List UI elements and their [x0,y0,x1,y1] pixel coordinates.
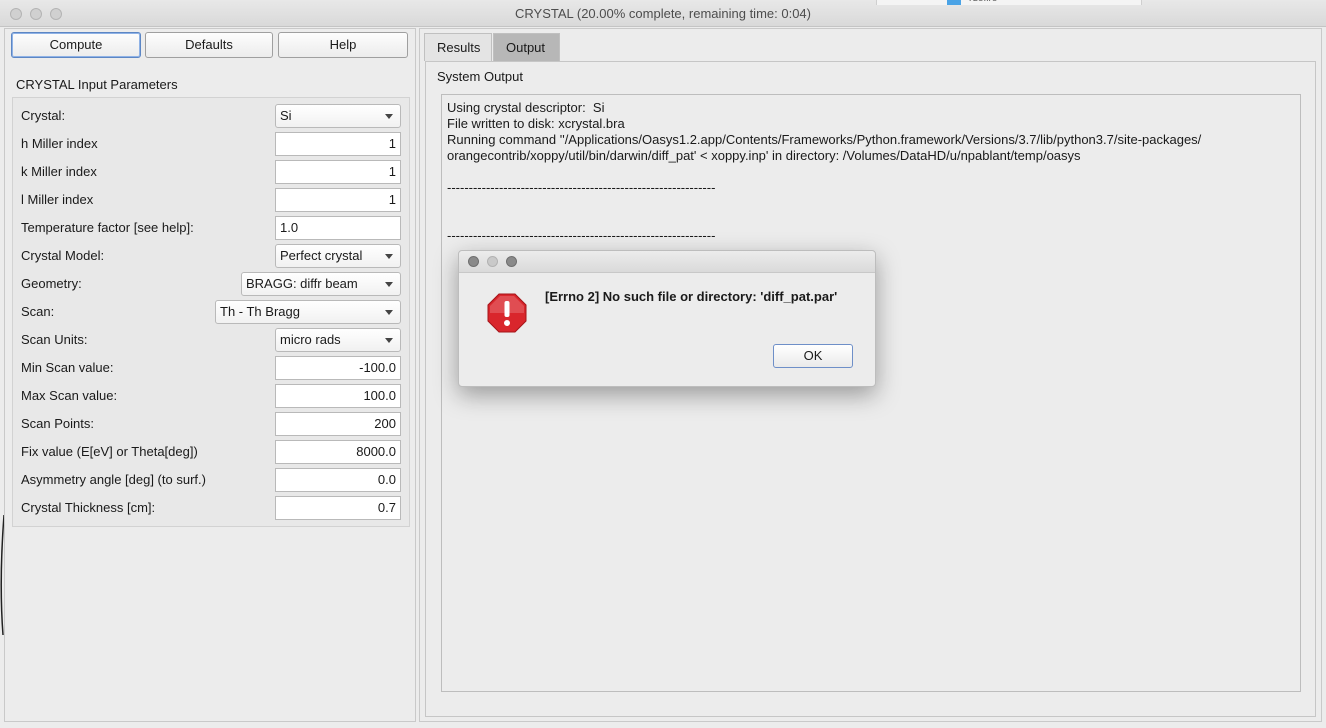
crystal-model-select[interactable]: Perfect crystal [275,244,401,268]
input-parameters-box: Crystal: Si h Miller index 1 k Miller in… [12,97,410,527]
min-scan-input[interactable]: -100.0 [275,356,401,380]
min-scan-row: Min Scan value: -100.0 [13,354,409,382]
crystal-label: Crystal: [21,108,66,123]
temperature-factor-label: Temperature factor [see help]: [21,220,194,235]
dialog-minimize-button [487,256,498,267]
k-miller-input[interactable]: 1 [275,160,401,184]
input-parameters-title: CRYSTAL Input Parameters [16,77,178,92]
help-button[interactable]: Help [278,32,408,58]
scan-units-value: micro rads [280,332,341,347]
h-miller-label: h Miller index [21,136,98,151]
scan-units-row: Scan Units: micro rads [13,326,409,354]
tab-output[interactable]: Output [493,33,560,61]
dialog-close-button[interactable] [468,256,479,267]
crystal-select[interactable]: Si [275,104,401,128]
fix-value-input[interactable]: 8000.0 [275,440,401,464]
max-scan-row: Max Scan value: 100.0 [13,382,409,410]
ok-button[interactable]: OK [773,344,853,368]
fix-value-row: Fix value (E[eV] or Theta[deg]) 8000.0 [13,438,409,466]
scan-row: Scan: Th - Th Bragg [13,298,409,326]
chevron-down-icon [385,254,393,259]
defaults-button[interactable]: Defaults [145,32,273,58]
geometry-row: Geometry: BRAGG: diffr beam [13,270,409,298]
window-title: CRYSTAL (20.00% complete, remaining time… [514,6,811,21]
scan-points-row: Scan Points: 200 [13,410,409,438]
plot-edge [0,515,4,635]
geometry-label: Geometry: [21,276,82,291]
temperature-factor-input[interactable]: 1.0 [275,216,401,240]
temperature-factor-row: Temperature factor [see help]: 1.0 [13,214,409,242]
folder-icon [947,0,961,5]
control-panel: Compute Defaults Help CRYSTAL Input Para… [4,28,416,722]
scan-value: Th - Th Bragg [220,304,300,319]
error-icon [487,293,527,333]
dialog-zoom-button[interactable] [506,256,517,267]
background-window-label: rdefire [969,0,997,4]
thickness-input[interactable]: 0.7 [275,496,401,520]
chevron-down-icon [385,338,393,343]
scan-points-input[interactable]: 200 [275,412,401,436]
crystal-model-row: Crystal Model: Perfect crystal [13,242,409,270]
background-window-peek: rdefire [876,0,1142,5]
scan-points-label: Scan Points: [21,416,94,431]
scan-label: Scan: [21,304,55,319]
k-miller-row: k Miller index 1 [13,158,409,186]
scan-units-select[interactable]: micro rads [275,328,401,352]
geometry-value: BRAGG: diffr beam [246,276,358,291]
dialog-message: [Errno 2] No such file or directory: 'di… [545,289,838,304]
scan-units-label: Scan Units: [21,332,88,347]
output-tab-pane: System Output Using crystal descriptor: … [425,61,1316,717]
chevron-down-icon [385,282,393,287]
asymmetry-row: Asymmetry angle [deg] (to surf.) 0.0 [13,466,409,494]
chevron-down-icon [385,114,393,119]
l-miller-input[interactable]: 1 [275,188,401,212]
h-miller-input[interactable]: 1 [275,132,401,156]
k-miller-label: k Miller index [21,164,97,179]
system-output-title: System Output [437,69,523,84]
thickness-label: Crystal Thickness [cm]: [21,500,156,515]
crystal-value: Si [280,108,292,123]
chevron-down-icon [385,310,393,315]
compute-button[interactable]: Compute [11,32,141,58]
h-miller-row: h Miller index 1 [13,130,409,158]
crystal-model-label: Crystal Model: [21,248,105,263]
dialog-title-bar[interactable] [459,251,875,273]
asymmetry-input[interactable]: 0.0 [275,468,401,492]
geometry-select[interactable]: BRAGG: diffr beam [241,272,401,296]
l-miller-row: l Miller index 1 [13,186,409,214]
main-window: CRYSTAL (20.00% complete, remaining time… [0,0,1326,728]
system-output-text[interactable]: Using crystal descriptor: Si File writte… [441,94,1301,692]
scan-select[interactable]: Th - Th Bragg [215,300,401,324]
max-scan-input[interactable]: 100.0 [275,384,401,408]
min-scan-label: Min Scan value: [21,360,114,375]
l-miller-label: l Miller index [21,192,94,207]
thickness-row: Crystal Thickness [cm]: 0.7 [13,494,409,522]
fix-value-label: Fix value (E[eV] or Theta[deg]) [21,444,198,459]
max-scan-label: Max Scan value: [21,388,118,403]
tab-results[interactable]: Results [424,33,492,61]
error-dialog: [Errno 2] No such file or directory: 'di… [458,250,876,387]
crystal-model-value: Perfect crystal [280,248,363,263]
crystal-row: Crystal: Si [13,102,409,130]
asymmetry-label: Asymmetry angle [deg] (to surf.) [21,472,206,487]
